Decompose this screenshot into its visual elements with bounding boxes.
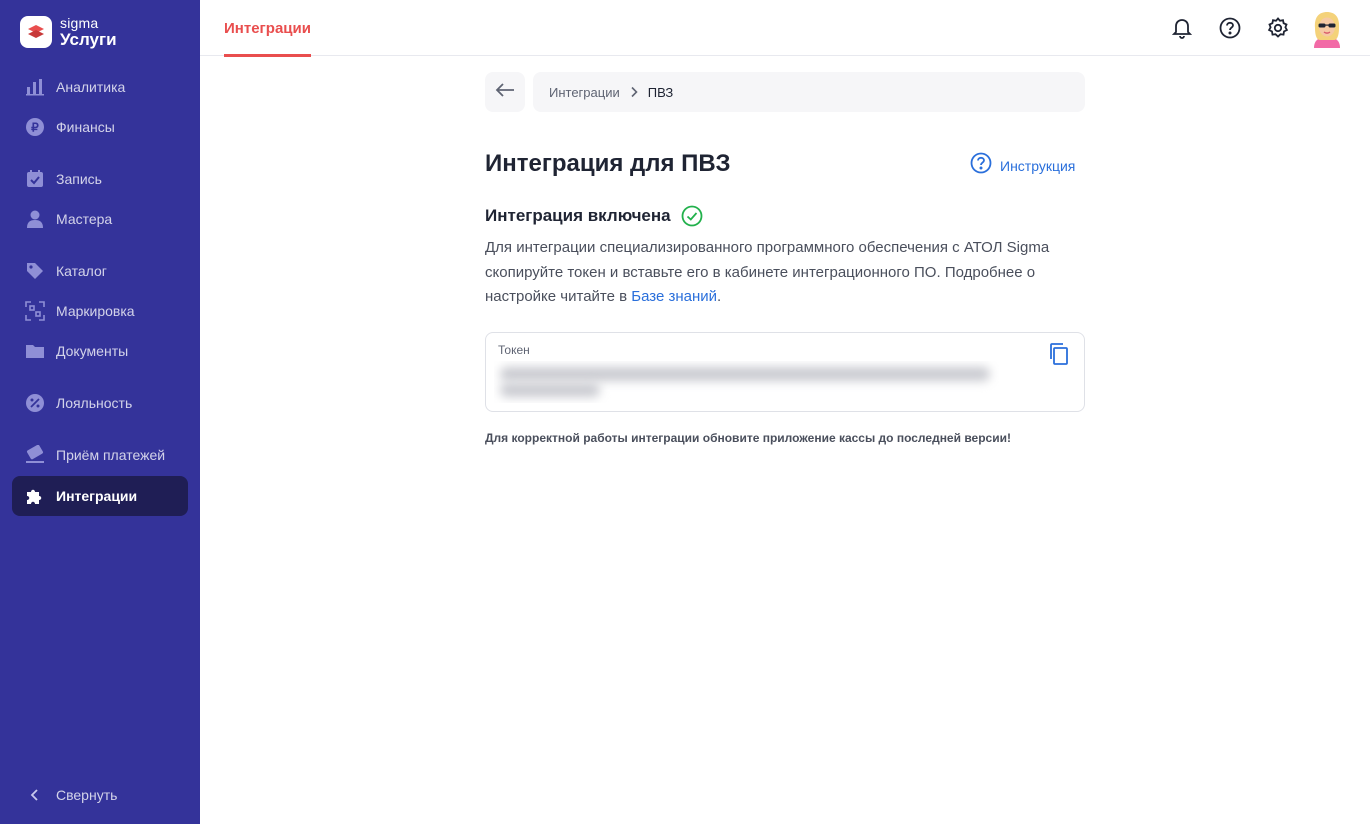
sidebar-collapse-label: Свернуть	[56, 787, 118, 803]
sidebar-item-label: Запись	[56, 171, 102, 187]
breadcrumb-link-integrations[interactable]: Интеграции	[549, 85, 620, 100]
tag-icon	[24, 260, 46, 282]
card-payment-icon	[24, 444, 46, 466]
sidebar-item-marking[interactable]: Маркировка	[12, 291, 188, 331]
token-value-blurred	[494, 361, 999, 403]
tab-integrations[interactable]: Интеграции	[224, 0, 311, 57]
copy-button[interactable]	[1046, 342, 1072, 371]
description-text: Для интеграции специализированного прогр…	[485, 239, 1050, 305]
avatar[interactable]	[1310, 10, 1344, 48]
instruction-link[interactable]: Инструкция	[970, 152, 1075, 179]
sidebar-item-booking[interactable]: Запись	[12, 159, 188, 199]
sidebar-item-label: Приём платежей	[56, 447, 166, 463]
sidebar-item-label: Мастера	[56, 211, 113, 227]
sidebar-item-label: Лояльность	[56, 395, 133, 411]
arrow-left-icon	[495, 82, 515, 103]
top-header: Интеграции	[200, 0, 1370, 57]
sidebar-item-documents[interactable]: Документы	[12, 331, 188, 371]
qr-scan-icon	[24, 300, 46, 322]
instruction-link-label: Инструкция	[1000, 157, 1076, 174]
sidebar-item-finance[interactable]: ₽ Финансы	[12, 107, 188, 147]
logo-mark-icon	[20, 16, 52, 48]
token-field[interactable]: Токен	[485, 332, 1085, 412]
token-label: Токен	[498, 343, 530, 357]
breadcrumb: Интеграции ПВЗ	[533, 72, 1085, 112]
help-circle-icon	[970, 152, 992, 179]
chevron-left-icon	[24, 784, 46, 806]
bell-icon[interactable]	[1170, 16, 1194, 40]
copy-icon	[1048, 342, 1070, 371]
folder-icon	[24, 340, 46, 362]
sidebar-item-label: Документы	[56, 343, 129, 359]
integration-status: Интеграция включена	[485, 205, 703, 227]
breadcrumb-current: ПВЗ	[647, 84, 674, 100]
logo-brand: sigma	[60, 15, 99, 31]
person-icon	[24, 208, 46, 230]
chevron-right-icon	[630, 86, 638, 98]
knowledge-base-link[interactable]: Базе знаний	[631, 288, 717, 305]
ruble-coin-icon: ₽	[24, 116, 46, 138]
sidebar-item-payments[interactable]: Приём платежей	[12, 435, 188, 475]
puzzle-icon	[24, 485, 46, 507]
calendar-check-icon	[24, 168, 46, 190]
sidebar-item-label: Интеграции	[56, 488, 138, 504]
logo-product: Услуги	[60, 30, 117, 49]
sidebar-item-integrations[interactable]: Интеграции	[12, 476, 188, 516]
update-note: Для корректной работы интеграции обновит…	[485, 431, 1011, 445]
sidebar-collapse-button[interactable]: Свернуть	[12, 775, 188, 815]
gear-icon[interactable]	[1266, 16, 1290, 40]
logo[interactable]: sigma Услуги	[20, 16, 117, 48]
sidebar-item-analytics[interactable]: Аналитика	[12, 67, 188, 107]
description-end: .	[717, 288, 722, 305]
help-icon[interactable]	[1218, 16, 1242, 40]
page-title: Интеграция для ПВЗ	[485, 150, 731, 177]
sidebar-item-loyalty[interactable]: Лояльность	[12, 383, 188, 423]
sidebar-item-catalog[interactable]: Каталог	[12, 251, 188, 291]
sidebar-item-label: Маркировка	[56, 303, 135, 319]
back-button[interactable]	[485, 72, 525, 112]
sidebar-item-label: Каталог	[56, 263, 107, 279]
integration-description: Для интеграции специализированного прогр…	[485, 236, 1075, 310]
sidebar-item-label: Финансы	[56, 119, 115, 135]
bar-chart-icon	[24, 76, 46, 98]
sidebar-item-label: Аналитика	[56, 79, 126, 95]
sidebar: sigma Услуги Аналитика ₽ Финансы Запись …	[0, 0, 200, 824]
sidebar-item-masters[interactable]: Мастера	[12, 199, 188, 239]
svg-text:₽: ₽	[31, 121, 39, 135]
discount-badge-icon	[24, 392, 46, 414]
check-circle-icon	[681, 205, 703, 227]
status-title: Интеграция включена	[485, 206, 671, 225]
